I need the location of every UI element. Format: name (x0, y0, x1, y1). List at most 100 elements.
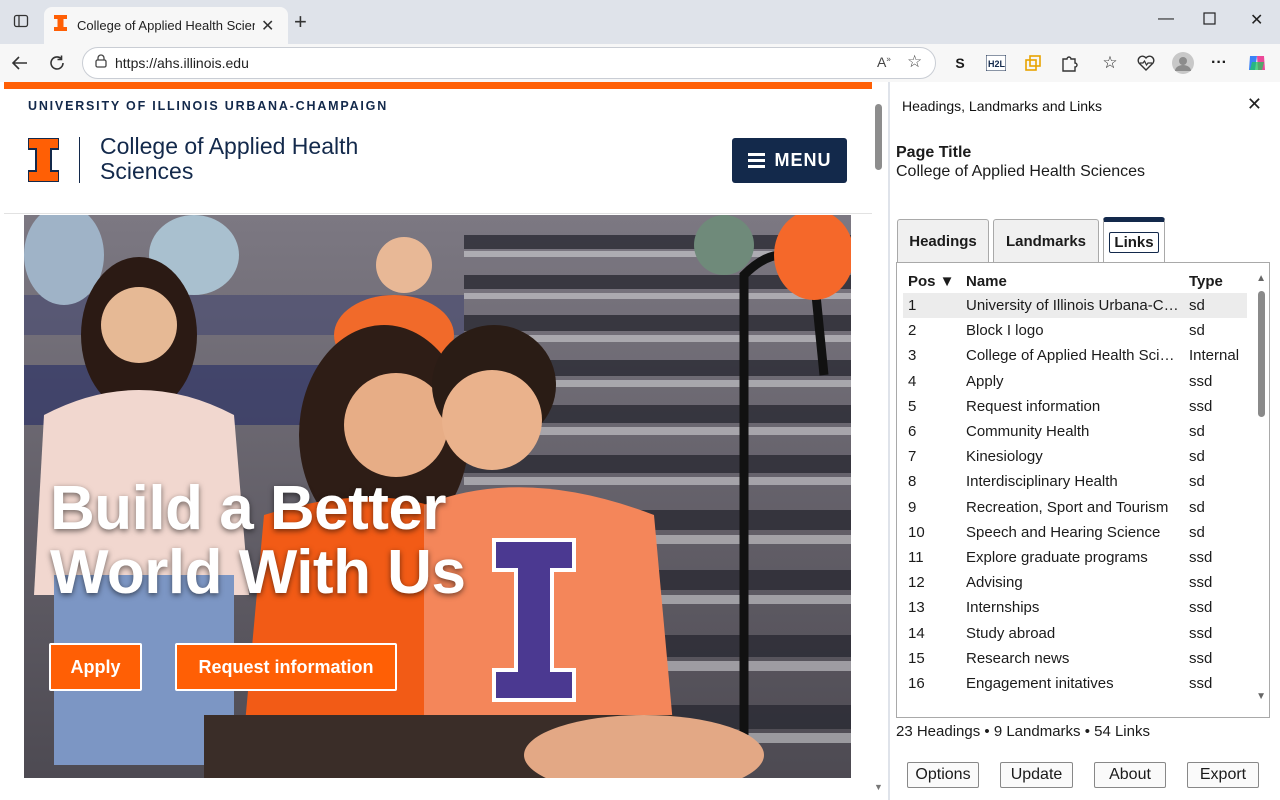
hamburger-icon (747, 150, 765, 171)
link-row-name: Study abroad (966, 624, 1056, 642)
favorite-star-icon[interactable]: ☆ (907, 52, 922, 72)
link-row-type: ssd (1189, 624, 1213, 642)
export-button[interactable]: Export (1187, 762, 1259, 788)
profile-avatar-icon[interactable] (1171, 52, 1195, 74)
link-row[interactable]: 16 Engagement initatives ssd (903, 671, 1247, 696)
link-row[interactable]: 5 Request information ssd (903, 394, 1247, 419)
link-row[interactable]: 6 Community Health sd (903, 419, 1247, 444)
list-scroll-down-icon[interactable]: ▼ (1256, 691, 1266, 702)
link-row-name: Recreation, Sport and Tourism (966, 498, 1169, 516)
link-row-type: sd (1189, 322, 1205, 340)
tab-close-icon[interactable]: ✕ (261, 16, 274, 36)
read-aloud-icon[interactable]: A» (877, 54, 891, 70)
extensions-puzzle-icon[interactable] (1057, 52, 1081, 74)
tab-headings[interactable]: Headings (897, 219, 989, 263)
update-button[interactable]: Update (1000, 762, 1073, 788)
summary-counts: 23 Headings • 9 Landmarks • 54 Links (896, 723, 1150, 740)
link-row[interactable]: 13 Internships ssd (903, 595, 1247, 620)
link-row[interactable]: 9 Recreation, Sport and Tourism sd (903, 495, 1247, 520)
link-row-pos: 6 (908, 423, 917, 440)
panel-close-icon[interactable]: ✕ (1247, 94, 1262, 115)
link-row-type: ssd (1189, 574, 1213, 592)
lock-icon[interactable] (95, 53, 107, 73)
link-row-type: sd (1189, 297, 1205, 314)
college-name-link[interactable]: College of Applied Health Sciences (100, 134, 400, 184)
browser-essentials-heart-icon[interactable] (1134, 52, 1158, 74)
hero-image: Build a Better World With Us Apply Reque… (24, 215, 851, 778)
link-row-type: ssd (1189, 372, 1213, 390)
link-row-pos: 8 (908, 473, 917, 491)
link-row[interactable]: 10 Speech and Hearing Science sd (903, 520, 1247, 545)
link-row-pos: 16 (908, 675, 925, 692)
link-row[interactable]: 7 Kinesiology sd (903, 444, 1247, 469)
new-tab-button[interactable]: + (294, 11, 307, 33)
back-icon[interactable] (8, 52, 32, 74)
link-row-pos: 5 (908, 397, 917, 415)
column-pos-header[interactable]: Pos ▼ (908, 273, 955, 290)
apply-button[interactable]: Apply (49, 643, 142, 691)
more-options-icon[interactable]: ··· (1207, 52, 1231, 74)
close-window-icon[interactable]: ✕ (1250, 10, 1263, 30)
web-page-viewport: UNIVERSITY OF ILLINOIS URBANA-CHAMPAIGN … (0, 82, 888, 800)
link-row[interactable]: 2 Block I logo sd (903, 318, 1247, 343)
page-scrollbar[interactable] (872, 82, 886, 800)
link-row-type: sd (1189, 498, 1205, 516)
hero-heading-line1: Build a Better (50, 474, 447, 543)
link-row[interactable]: 14 Study abroad ssd (903, 621, 1247, 646)
link-row[interactable]: 4 Apply ssd (903, 369, 1247, 394)
link-row-pos: 4 (908, 372, 917, 390)
browser-tab[interactable]: College of Applied Health Sciences ✕ (44, 7, 288, 44)
link-row-type: ssd (1189, 397, 1213, 415)
hero-heading: Build a Better World With Us (50, 474, 466, 607)
tab-landmarks[interactable]: Landmarks (993, 219, 1099, 263)
svg-text:H2L: H2L (988, 59, 1006, 69)
about-button[interactable]: About (1094, 762, 1166, 788)
list-scrollbar-thumb[interactable] (1258, 291, 1265, 417)
link-row[interactable]: 1 University of Illinois Urbana-Champaign… (903, 293, 1247, 318)
column-type-header[interactable]: Type (1189, 273, 1223, 290)
link-row[interactable]: 8 Interdisciplinary Health sd (903, 469, 1247, 494)
hero-heading-line2: World With Us (50, 538, 466, 607)
link-row[interactable]: 3 College of Applied Health Sciences Inter… (903, 343, 1247, 368)
column-name-header[interactable]: Name (966, 273, 1007, 290)
link-row-pos: 14 (908, 624, 925, 642)
logo-divider (79, 137, 80, 183)
link-row-type: ssd (1189, 675, 1213, 692)
links-list[interactable]: Pos ▼ Name Type 1 University of Illinois … (896, 262, 1270, 718)
university-name-link[interactable]: UNIVERSITY OF ILLINOIS URBANA-CHAMPAIGN (28, 99, 388, 113)
college-name-line1: College of Applied Health (100, 133, 359, 159)
h2l-extension-icon[interactable]: H2L (984, 52, 1008, 74)
minimize-icon[interactable]: — (1158, 10, 1174, 28)
favorites-list-icon[interactable]: ☆ (1098, 52, 1122, 74)
browser-toolbar: https://ahs.illinois.edu A» ☆ S H2L ☆ ··… (0, 44, 1280, 82)
list-scroll-up-icon[interactable]: ▲ (1256, 273, 1266, 284)
link-row-type: sd (1189, 523, 1205, 541)
link-row[interactable]: 12 Advising ssd (903, 570, 1247, 595)
block-i-logo-icon[interactable] (27, 137, 60, 187)
menu-button[interactable]: MENU (732, 138, 847, 183)
link-row[interactable]: 15 Research news ssd (903, 646, 1247, 671)
link-row-name: College of Applied Health Sciences (966, 347, 1181, 365)
request-information-button[interactable]: Request information (175, 643, 397, 691)
address-bar[interactable]: https://ahs.illinois.edu A» ☆ (82, 47, 936, 79)
link-row-name: University of Illinois Urbana-Champaign (966, 297, 1181, 314)
link-row-name: Request information (966, 397, 1101, 415)
tab-links[interactable]: Links (1103, 217, 1165, 263)
copilot-icon[interactable] (1245, 52, 1269, 74)
refresh-icon[interactable] (45, 52, 69, 74)
link-row-pos: 10 (908, 523, 925, 541)
page-scrollbar-thumb[interactable] (875, 104, 882, 170)
maximize-icon[interactable] (1203, 12, 1216, 30)
s-extension-icon[interactable]: S (948, 52, 972, 74)
link-row-pos: 7 (908, 448, 917, 466)
link-row-type: Internal (1189, 347, 1240, 365)
link-row[interactable]: 11 Explore graduate programs ssd (903, 545, 1247, 570)
link-row-pos: 15 (908, 649, 925, 667)
sidebar-toggle-icon[interactable] (10, 10, 32, 32)
collections-extension-icon[interactable] (1021, 52, 1045, 74)
link-row-type: sd (1189, 473, 1205, 491)
page-scroll-down-icon[interactable]: ▼ (874, 782, 883, 792)
options-button[interactable]: Options (907, 762, 979, 788)
browser-tab-bar: College of Applied Health Sciences ✕ + —… (0, 0, 1280, 44)
link-row-name: Internships (966, 599, 1040, 617)
